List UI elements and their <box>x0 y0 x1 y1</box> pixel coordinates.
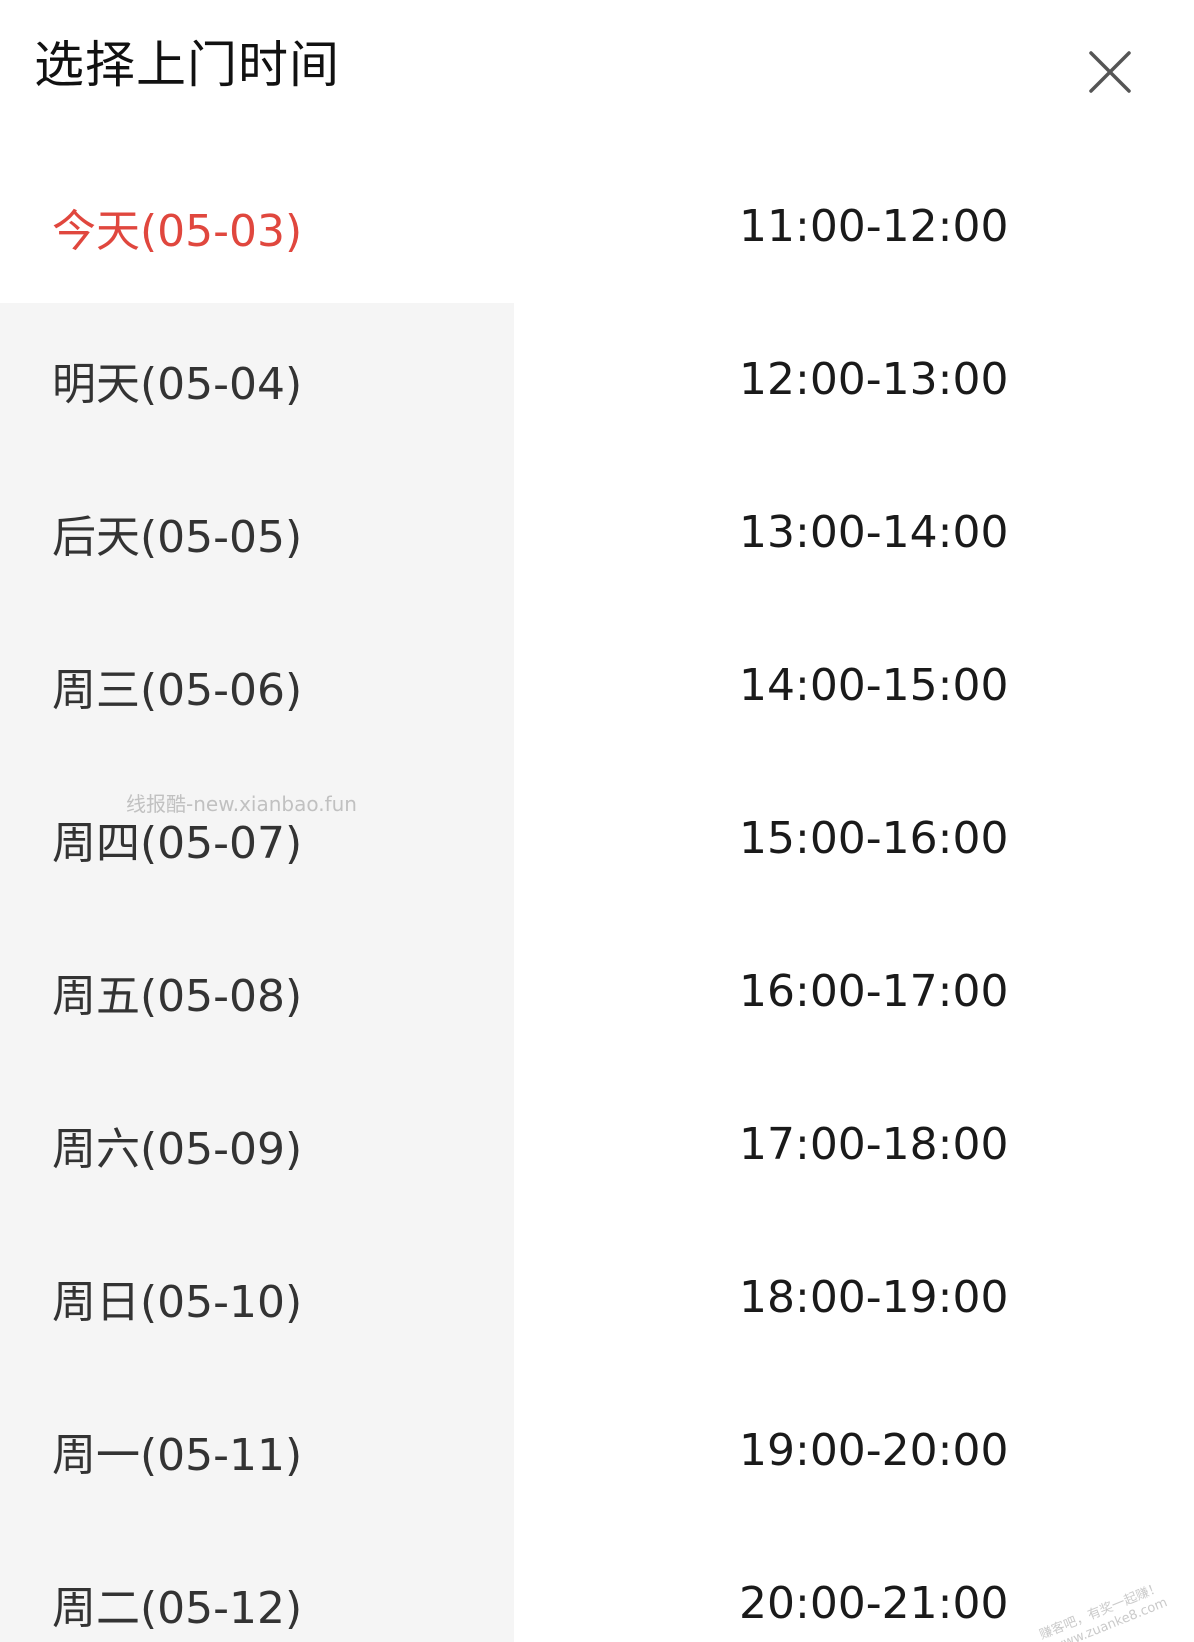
date-label: 明天(05-04) <box>52 358 303 410</box>
time-slot-label: 12:00-13:00 <box>739 354 1009 405</box>
date-item[interactable]: 周日(05-10) <box>0 1221 514 1374</box>
date-label: 周三(05-06) <box>52 664 303 716</box>
sheet-title: 选择上门时间 <box>34 36 340 94</box>
date-item[interactable]: 周四(05-07) <box>0 762 514 915</box>
time-slot[interactable]: 14:00-15:00 <box>514 609 1194 762</box>
time-slot[interactable]: 17:00-18:00 <box>514 1068 1194 1221</box>
date-label: 后天(05-05) <box>52 511 303 563</box>
date-item[interactable]: 周一(05-11) <box>0 1374 514 1527</box>
time-slot[interactable]: 20:00-21:00 <box>514 1527 1194 1642</box>
date-label: 今天(05-03) <box>52 205 303 257</box>
time-slot-label: 16:00-17:00 <box>739 966 1009 1017</box>
date-label: 周六(05-09) <box>52 1123 303 1175</box>
time-slot[interactable]: 11:00-12:00 <box>514 150 1194 303</box>
time-slot-list: 11:00-12:00 12:00-13:00 13:00-14:00 14:0… <box>514 150 1194 1642</box>
time-slot[interactable]: 16:00-17:00 <box>514 915 1194 1068</box>
date-item[interactable]: 今天(05-03) <box>0 150 514 303</box>
time-slot-label: 15:00-16:00 <box>739 813 1009 864</box>
time-slot-label: 11:00-12:00 <box>739 201 1009 252</box>
date-item[interactable]: 周六(05-09) <box>0 1068 514 1221</box>
date-item[interactable]: 周三(05-06) <box>0 609 514 762</box>
date-item[interactable]: 后天(05-05) <box>0 456 514 609</box>
date-label: 周四(05-07) <box>52 817 303 869</box>
time-slot-label: 17:00-18:00 <box>739 1119 1009 1170</box>
sheet-header: 选择上门时间 <box>0 0 1194 150</box>
close-button[interactable] <box>1074 36 1146 108</box>
date-label: 周一(05-11) <box>52 1429 303 1481</box>
time-slot-label: 18:00-19:00 <box>739 1272 1009 1323</box>
picker-body: 今天(05-03) 明天(05-04) 后天(05-05) 周三(05-06) … <box>0 150 1194 1642</box>
time-slot-label: 20:00-21:00 <box>739 1578 1009 1629</box>
close-icon <box>1089 51 1131 93</box>
date-label: 周五(05-08) <box>52 970 303 1022</box>
time-slot[interactable]: 13:00-14:00 <box>514 456 1194 609</box>
date-item[interactable]: 明天(05-04) <box>0 303 514 456</box>
time-slot[interactable]: 19:00-20:00 <box>514 1374 1194 1527</box>
date-label: 周日(05-10) <box>52 1276 303 1328</box>
time-slot[interactable]: 18:00-19:00 <box>514 1221 1194 1374</box>
time-slot-label: 13:00-14:00 <box>739 507 1009 558</box>
time-slot[interactable]: 12:00-13:00 <box>514 303 1194 456</box>
time-slot[interactable]: 15:00-16:00 <box>514 762 1194 915</box>
date-item[interactable]: 周五(05-08) <box>0 915 514 1068</box>
time-slot-label: 19:00-20:00 <box>739 1425 1009 1476</box>
time-slot-label: 14:00-15:00 <box>739 660 1009 711</box>
date-label: 周二(05-12) <box>52 1582 303 1634</box>
date-item[interactable]: 周二(05-12) <box>0 1527 514 1642</box>
time-picker-sheet: 选择上门时间 今天(05-03) 明天(05-04) 后天(05-05) 周三(… <box>0 0 1194 1642</box>
date-list: 今天(05-03) 明天(05-04) 后天(05-05) 周三(05-06) … <box>0 150 514 1642</box>
